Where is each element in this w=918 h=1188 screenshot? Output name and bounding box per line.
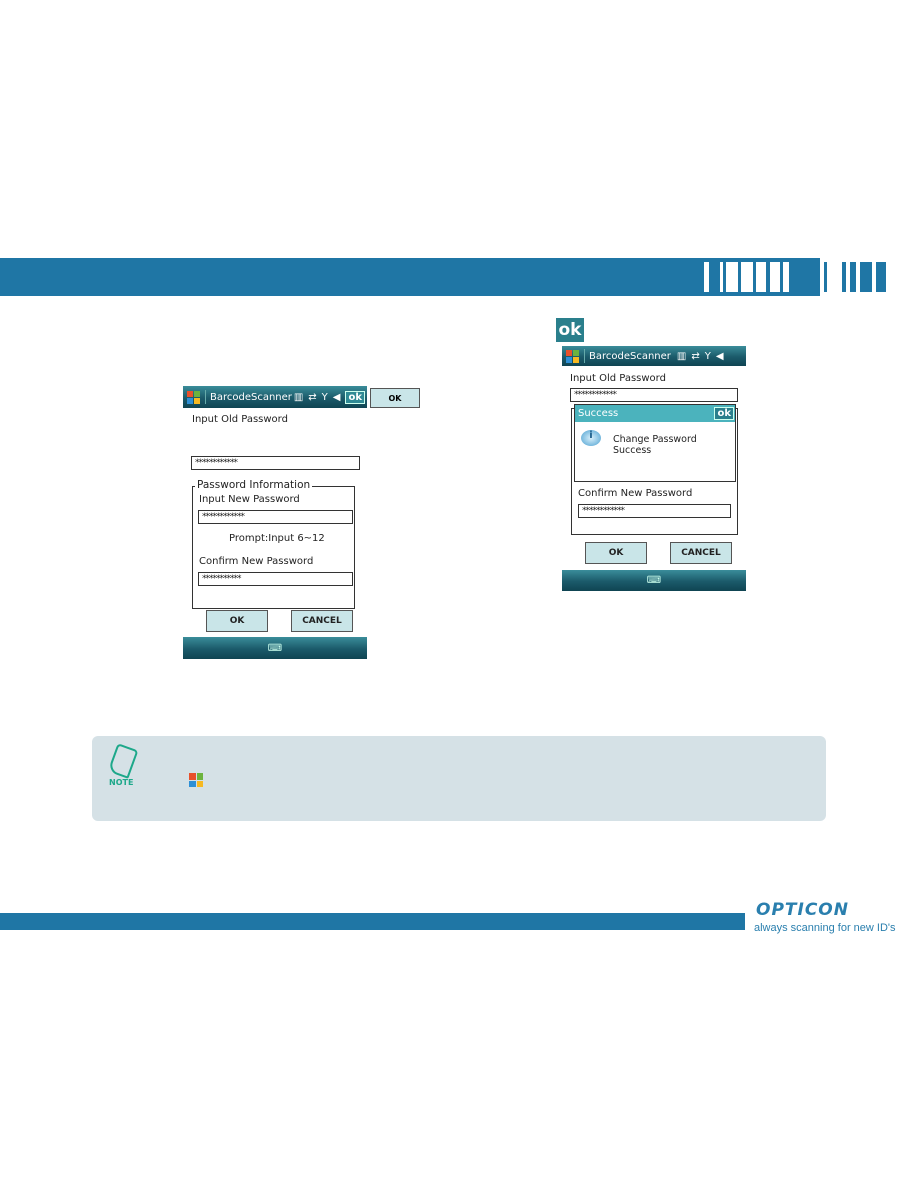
ok-button[interactable]: OK bbox=[206, 610, 268, 632]
barcode-icon: ▥ bbox=[293, 391, 304, 403]
sync-icon: ⇄ bbox=[691, 350, 700, 362]
barcode-decoration-right bbox=[820, 258, 918, 296]
windows-start-icon bbox=[189, 773, 203, 787]
signal-icon: Y bbox=[704, 350, 711, 362]
left-screen: BarcodeScanner ▥ ⇄ Y ◀ ok Input Old Password… bbox=[183, 386, 367, 659]
opticon-logo: OPTICON bbox=[756, 900, 849, 920]
windows-start-icon[interactable] bbox=[187, 390, 200, 404]
prompt-text: Prompt:Input 6~12 bbox=[229, 533, 325, 544]
note-label: NOTE bbox=[109, 778, 134, 787]
old-password-label: Input Old Password bbox=[570, 373, 666, 384]
new-password-label: Input New Password bbox=[199, 494, 300, 505]
new-password-field[interactable]: ************ bbox=[198, 510, 353, 524]
old-password-field[interactable]: ************ bbox=[570, 388, 738, 402]
inline-ok-button: OK bbox=[370, 388, 420, 408]
volume-icon: ◀ bbox=[715, 350, 724, 362]
group-title: Password Information bbox=[195, 479, 313, 491]
old-password-field[interactable]: ************ bbox=[191, 456, 360, 470]
confirm-password-field[interactable]: *********** bbox=[198, 572, 353, 586]
sync-icon: ⇄ bbox=[308, 391, 317, 403]
note-box: NOTE bbox=[92, 736, 826, 821]
keyboard-icon[interactable]: ⌨ bbox=[647, 575, 661, 586]
keyboard-icon[interactable]: ⌨ bbox=[268, 643, 282, 654]
cancel-button[interactable]: CANCEL bbox=[670, 542, 732, 564]
success-dialog: Success ok i Change Password Success bbox=[574, 404, 736, 482]
app-title: BarcodeScanner bbox=[210, 391, 292, 403]
info-icon: i bbox=[581, 430, 601, 446]
dialog-message: Change Password Success bbox=[613, 434, 697, 456]
signal-icon: Y bbox=[321, 391, 328, 403]
title-ok-button[interactable]: ok bbox=[345, 390, 365, 404]
barcode-icon: ▥ bbox=[676, 350, 687, 362]
old-password-label: Input Old Password bbox=[192, 414, 288, 425]
app-title: BarcodeScanner bbox=[589, 350, 671, 362]
dialog-ok-button[interactable]: ok bbox=[714, 407, 734, 420]
ok-icon: ok bbox=[556, 318, 584, 342]
dialog-title: Success bbox=[578, 408, 619, 419]
confirm-password-label: Confirm New Password bbox=[199, 556, 314, 567]
footer-band bbox=[0, 913, 745, 930]
brand-tagline: always scanning for new ID's bbox=[754, 922, 896, 934]
windows-start-icon[interactable] bbox=[566, 349, 579, 363]
ok-button[interactable]: OK bbox=[585, 542, 647, 564]
volume-icon: ◀ bbox=[332, 391, 341, 403]
confirm-password-label: Confirm New Password bbox=[578, 488, 693, 499]
cancel-button[interactable]: CANCEL bbox=[291, 610, 353, 632]
right-screen: BarcodeScanner ▥ ⇄ Y ◀ Input Old Password *… bbox=[562, 346, 746, 591]
pencil-icon bbox=[107, 743, 139, 779]
confirm-password-field[interactable]: ************ bbox=[578, 504, 731, 518]
